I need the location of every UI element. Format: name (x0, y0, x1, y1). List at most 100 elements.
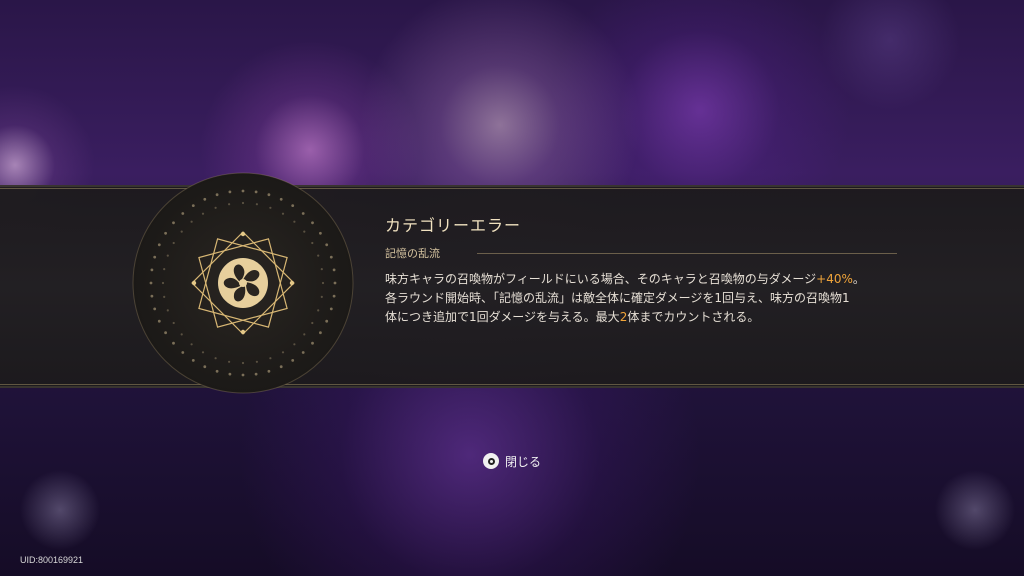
emblem-dot (201, 212, 205, 215)
emblem-dot (191, 359, 195, 362)
emblem-dot (163, 295, 166, 298)
emblem-dot (215, 369, 219, 373)
emblem-dot (311, 221, 314, 225)
emblem-dot (267, 369, 271, 373)
description-text: 体につき追加で1回ダメージを与える。最大 (385, 310, 620, 324)
emblem-dot (291, 204, 295, 207)
emblem-dot (215, 193, 219, 197)
emblem-dot (255, 203, 258, 206)
emblem-dot (241, 201, 245, 205)
emblem-dot (161, 281, 165, 285)
emblem-dot (329, 255, 333, 259)
emblem-dot (153, 255, 157, 259)
emblem-dot (281, 212, 285, 215)
emblem-dot (172, 241, 175, 245)
emblem-dot (279, 365, 283, 369)
emblem-dot (163, 268, 166, 271)
description-line: 味方キャラの召喚物がフィールドにいる場合、そのキャラと召喚物の与ダメージ+40%… (385, 270, 925, 289)
emblem-dot (320, 295, 323, 298)
emblem-dot (201, 351, 205, 354)
emblem-dot (164, 231, 167, 235)
emblem-dot (228, 372, 232, 376)
subheading-row: 記憶の乱流 (385, 245, 897, 261)
emblem-dot (317, 309, 320, 312)
emblem-dot (241, 189, 245, 193)
emblem-dot (164, 331, 167, 335)
description-text: 味方キャラの召喚物がフィールドにいる場合、そのキャラと召喚物の与ダメージ (385, 272, 817, 286)
emblem-dot (293, 343, 296, 346)
emblem-dot (303, 230, 306, 233)
emblem-dot (157, 319, 161, 323)
emblem-dot (311, 341, 314, 345)
emblem-dot (267, 193, 271, 197)
emblem-dot (228, 190, 232, 194)
emblem-dot (203, 365, 207, 369)
description-text: 体までカウントされる。 (627, 310, 760, 324)
emblem-dot (325, 319, 329, 323)
emblem-dot (241, 361, 245, 365)
emblem-dot (157, 243, 161, 247)
emblem-dot (172, 221, 175, 225)
emblem-dot (180, 230, 183, 233)
panel-title: カテゴリーエラー (385, 216, 522, 235)
emblem-dot (228, 360, 231, 363)
emblem-dot (149, 281, 153, 285)
emblem-dot (214, 357, 217, 360)
emblem-dot (332, 294, 336, 298)
circle-button-icon (483, 453, 499, 469)
emblem-dot (172, 321, 175, 325)
emblem-dot (293, 220, 296, 223)
emblem-dot (317, 254, 320, 257)
emblem-dot (311, 241, 314, 245)
emblem-dot (150, 268, 154, 272)
emblem-dot (269, 206, 272, 209)
emblem-dot (150, 294, 154, 298)
description-highlight: +40% (816, 272, 853, 286)
subheading-divider (477, 253, 897, 254)
emblem-dot (255, 360, 258, 363)
emblem-dot (254, 190, 258, 194)
emblem-dot (311, 321, 314, 325)
emblem-dot (166, 254, 169, 257)
description-line: 各ラウンド開始時、「記憶の乱流」は敵全体に確定ダメージを1回与え、味方の召喚物1 (385, 289, 925, 308)
panel-subheading: 記憶の乱流 (385, 247, 440, 260)
emblem-dot (319, 331, 322, 335)
emblem-dot (191, 204, 195, 207)
emblem-dot (281, 351, 285, 354)
emblem-dot (181, 351, 185, 354)
emblem-dot (166, 309, 169, 312)
emblem-dot (190, 220, 193, 223)
emblem-dot (332, 268, 336, 272)
emblem-dot (301, 351, 305, 354)
emblem-dot (181, 212, 185, 215)
description-text: 各ラウンド開始時、「記憶の乱流」は敵全体に確定ダメージを1回与え、味方の召喚物1 (385, 291, 850, 305)
emblem-dot (190, 343, 193, 346)
emblem-dot (180, 333, 183, 336)
emblem-dot (320, 268, 323, 271)
emblem-dot (241, 373, 245, 377)
emblem-dot (172, 341, 175, 345)
emblem-dot (325, 243, 329, 247)
uid-label: UID:800169921 (20, 555, 84, 565)
close-button-label: 閉じる (505, 454, 542, 469)
emblem-dot (203, 197, 207, 201)
description-text: 。 (852, 272, 865, 286)
emblem-dot (303, 333, 306, 336)
emblem-dot (153, 307, 157, 311)
panel-description: 味方キャラの召喚物がフィールドにいる場合、そのキャラと召喚物の与ダメージ+40%… (385, 270, 925, 327)
screen-background: カテゴリーエラー 記憶の乱流 味方キャラの召喚物がフィールドにいる場合、そのキャ… (0, 0, 1024, 576)
emblem-dot (279, 197, 283, 201)
emblem-dot (214, 206, 217, 209)
emblem-dot (254, 372, 258, 376)
emblem-dot (228, 203, 231, 206)
emblem-dot (329, 307, 333, 311)
memory-turbulence-emblem-icon (132, 172, 354, 394)
emblem-dot (301, 212, 305, 215)
emblem-dot (319, 231, 322, 235)
close-button[interactable]: 閉じる (483, 451, 541, 471)
description-line: 体につき追加で1回ダメージを与える。最大2体までカウントされる。 (385, 308, 925, 327)
emblem-dot (269, 357, 272, 360)
emblem-dot (321, 281, 325, 285)
emblem-dot (291, 359, 295, 362)
emblem-dot (333, 281, 337, 285)
